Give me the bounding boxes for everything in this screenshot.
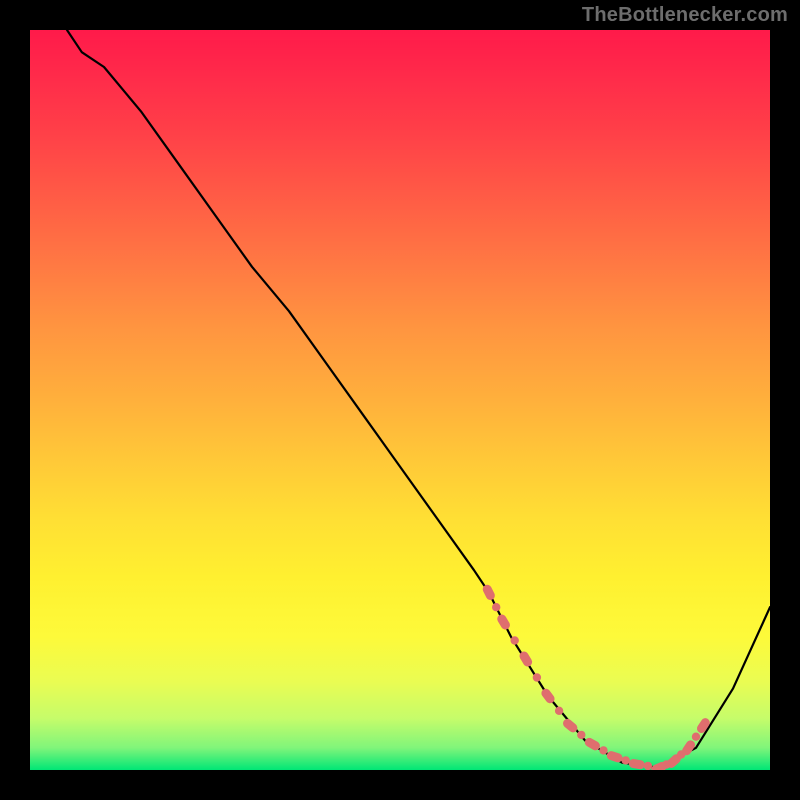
marker-dot — [555, 707, 563, 715]
marker-dot — [622, 756, 630, 764]
chart-svg — [30, 30, 770, 770]
plot-area — [30, 30, 770, 770]
marker-dot — [599, 746, 607, 754]
marker-dot — [692, 733, 700, 741]
marker-dash — [496, 613, 512, 631]
bottleneck-curve-path — [67, 30, 770, 768]
optimal-zone-markers — [481, 583, 711, 770]
marker-dot — [533, 673, 541, 681]
marker-dot — [644, 762, 652, 770]
chart-frame: TheBottlenecker.com — [0, 0, 800, 800]
watermark-text: TheBottlenecker.com — [582, 4, 788, 27]
marker-dash — [628, 758, 645, 770]
marker-dot — [577, 731, 585, 739]
marker-dot — [511, 636, 519, 644]
marker-dot — [492, 603, 500, 611]
